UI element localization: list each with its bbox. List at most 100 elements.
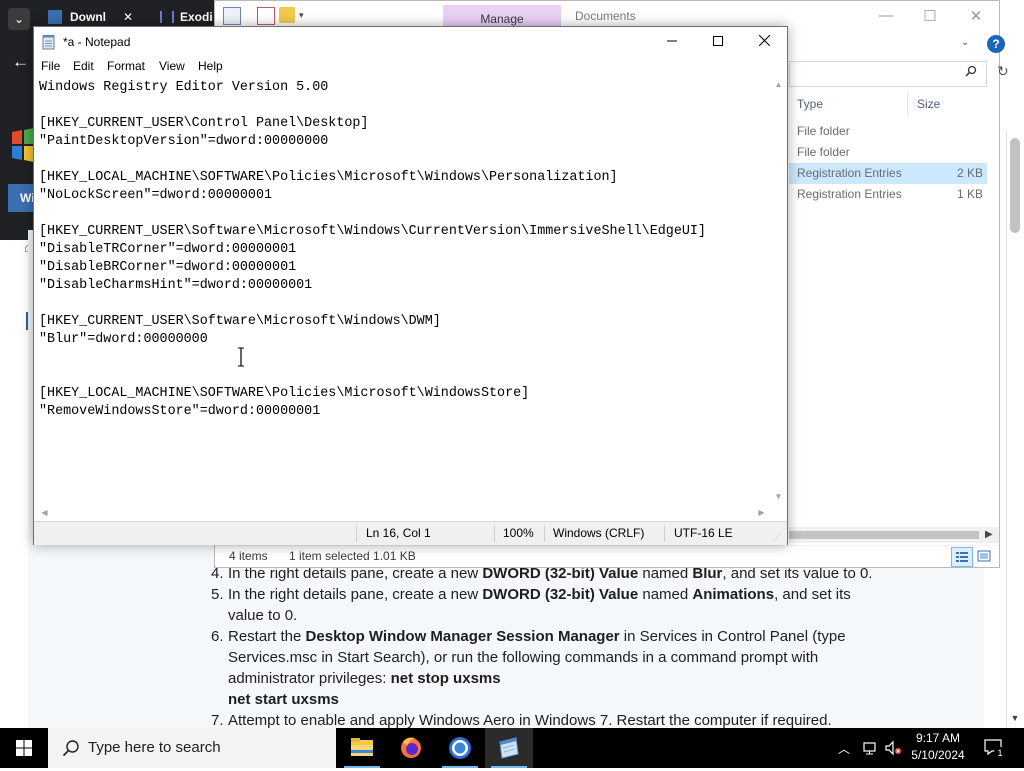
close-icon: [758, 34, 770, 47]
explorer-minimize-button[interactable]: —: [875, 7, 897, 24]
tab-close-icon[interactable]: ✕: [123, 10, 133, 24]
tab-favicon-icon: [48, 10, 62, 24]
notepad-status-bar: Ln 16, Col 1 100% Windows (CRLF) UTF-16 …: [34, 521, 787, 545]
browser-tab-downloads[interactable]: Downl ✕: [48, 10, 148, 24]
file-explorer-icon: [351, 738, 373, 756]
maximize-button[interactable]: [695, 27, 741, 57]
step-text: In the right details pane, create a new …: [228, 586, 851, 603]
menu-file[interactable]: File: [41, 59, 60, 73]
text-encoding: UTF-16 LE: [674, 526, 733, 540]
firefox-icon: [401, 737, 421, 758]
notepad-titlebar[interactable]: *a - Notepad: [34, 27, 787, 57]
resize-grip-icon[interactable]: ⋰: [773, 533, 781, 542]
taskbar-file-explorer[interactable]: [338, 728, 386, 768]
browser-tab-label: Downl: [70, 10, 106, 24]
vertical-scrollbar[interactable]: ▲ ▼: [771, 77, 786, 504]
menu-help[interactable]: Help: [198, 59, 223, 73]
search-placeholder: Type here to search: [88, 739, 221, 756]
network-icon[interactable]: [862, 740, 878, 759]
horizontal-scrollbar[interactable]: ◀ ▶: [35, 504, 771, 521]
scroll-up-arrow-icon[interactable]: ▲: [771, 80, 786, 89]
scroll-down-arrow-icon[interactable]: ▼: [771, 492, 786, 501]
refresh-icon[interactable]: ↻: [997, 63, 1009, 80]
file-type: File folder: [797, 145, 850, 159]
step-text-continued: value to 0.: [228, 607, 298, 624]
notepad-window: *a - Notepad File Edit Format View Help …: [33, 26, 788, 545]
chrome-icon: [449, 737, 471, 759]
menu-format[interactable]: Format: [107, 59, 145, 73]
explorer-close-button[interactable]: ✕: [965, 7, 987, 25]
step-item-6: 6. Restart the Desktop Window Manager Se…: [211, 628, 846, 708]
menu-view[interactable]: View: [159, 59, 185, 73]
clock[interactable]: 9:17 AM 5/10/2024: [896, 730, 980, 764]
notepad-icon: [499, 737, 519, 759]
editor-content[interactable]: Windows Registry Editor Version 5.00 [HK…: [39, 79, 706, 421]
cursor-position: Ln 16, Col 1: [366, 526, 431, 540]
close-button[interactable]: [741, 27, 787, 57]
scrollbar-corner: [771, 504, 786, 521]
status-divider: [356, 525, 357, 542]
text-editor[interactable]: Windows Registry Editor Version 5.00 [HK…: [35, 77, 771, 504]
new-folder-icon[interactable]: [279, 7, 295, 23]
file-size: 2 KB: [956, 166, 983, 180]
status-divider: [544, 525, 545, 542]
file-row-selected[interactable]: Registration Entries 2 KB: [789, 163, 987, 184]
minimize-button[interactable]: [649, 27, 695, 57]
column-header-size[interactable]: Size: [917, 97, 940, 111]
window-title: Documents: [575, 9, 636, 23]
show-hidden-icons-chevron-icon[interactable]: ︿: [838, 740, 850, 757]
file-size: 1 KB: [956, 187, 983, 201]
scroll-down-arrow-icon[interactable]: ▼: [1008, 713, 1022, 727]
step-item-5: 5. In the right details pane, create a n…: [211, 586, 851, 624]
large-icons-view-icon[interactable]: [977, 549, 991, 563]
file-row[interactable]: File folder: [789, 121, 987, 142]
command-text: net start uxsms: [228, 691, 339, 708]
taskbar-chrome[interactable]: [436, 728, 484, 768]
explorer-maximize-button[interactable]: ☐: [919, 7, 941, 25]
search-icon[interactable]: [965, 65, 977, 77]
status-divider: [664, 525, 665, 542]
expand-ribbon-icon[interactable]: ⌄: [961, 37, 969, 48]
checklist-icon[interactable]: [257, 7, 275, 25]
column-divider[interactable]: [907, 93, 908, 115]
file-type: File folder: [797, 124, 850, 138]
menu-edit[interactable]: Edit: [73, 59, 94, 73]
start-button[interactable]: [0, 728, 48, 768]
explorer-search-input[interactable]: [789, 61, 987, 87]
notepad-icon[interactable]: [42, 34, 56, 50]
browser-tab-exodus[interactable]: Exodi: [160, 10, 214, 24]
scroll-right-arrow-icon[interactable]: ▶: [985, 529, 993, 540]
taskbar-firefox[interactable]: [387, 728, 435, 768]
scroll-right-arrow-icon[interactable]: ▶: [754, 508, 769, 517]
tab-search-button[interactable]: ⌄: [8, 8, 30, 30]
step-text-continued: administrator privileges: net stop uxsms: [228, 670, 501, 687]
properties-icon[interactable]: [223, 7, 241, 25]
item-count: 4 items: [229, 549, 268, 563]
zoom-level: 100%: [503, 526, 534, 540]
minimize-icon: [667, 40, 677, 42]
taskbar-search-box[interactable]: Type here to search: [48, 728, 336, 768]
clock-time: 9:17 AM: [915, 731, 961, 745]
scroll-left-arrow-icon[interactable]: ◀: [37, 508, 52, 517]
windows-start-icon: [16, 740, 32, 756]
window-title: *a - Notepad: [63, 35, 131, 49]
column-header-type[interactable]: Type: [797, 97, 823, 111]
taskbar-notepad[interactable]: [485, 728, 533, 768]
file-type: Registration Entries: [797, 187, 902, 201]
back-arrow-icon[interactable]: ←: [12, 52, 29, 72]
help-icon[interactable]: ?: [987, 35, 1005, 53]
explorer-scroll-thumb[interactable]: [789, 531, 979, 539]
customize-dropdown-icon[interactable]: ▾: [299, 7, 315, 23]
search-icon: [62, 740, 79, 757]
file-row[interactable]: File folder: [789, 142, 987, 163]
status-divider: [494, 525, 495, 542]
notification-count-badge: 1: [994, 747, 1006, 759]
tab-favicon-icon: [160, 11, 174, 23]
selection-info: 1 item selected 1.01 KB: [289, 549, 416, 563]
details-view-icon[interactable]: [951, 547, 973, 567]
browser-scroll-thumb[interactable]: [1010, 138, 1020, 233]
step-text: Restart the Desktop Window Manager Sessi…: [228, 628, 846, 645]
maximize-icon: [713, 36, 723, 46]
file-row[interactable]: Registration Entries 1 KB: [789, 184, 987, 205]
text-cursor-icon: [237, 347, 245, 367]
